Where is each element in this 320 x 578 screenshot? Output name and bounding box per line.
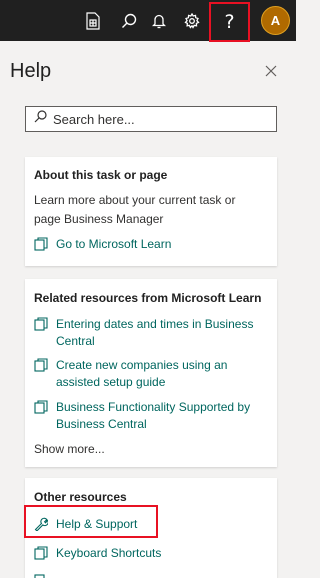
search-icon[interactable] — [117, 9, 141, 33]
bell-icon[interactable] — [147, 9, 171, 33]
help-support-highlight — [24, 505, 158, 538]
search-placeholder: Search here... — [53, 111, 135, 127]
gear-icon[interactable] — [180, 9, 204, 33]
show-more-link[interactable]: Show more... — [34, 442, 105, 456]
resource-link-functionality[interactable]: Business Functionality Supported by Busi… — [34, 399, 256, 433]
search-icon — [34, 110, 47, 128]
resource-link-label: Entering dates and times in Business Cen… — [56, 317, 254, 348]
other-card-title: Other resources — [34, 490, 127, 504]
book-icon — [34, 237, 48, 251]
related-resources-card: Related resources from Microsoft Learn E… — [25, 279, 277, 467]
about-task-card: About this task or page Learn more about… — [25, 157, 277, 266]
resource-link-label: Business Functionality Supported by Busi… — [56, 400, 251, 431]
resources-card-title: Related resources from Microsoft Learn — [34, 291, 262, 305]
help-button[interactable]: ? — [209, 2, 250, 42]
partial-link[interactable] — [34, 571, 48, 578]
document-icon[interactable] — [81, 9, 105, 33]
about-card-description: Learn more about your current task or pa… — [34, 193, 236, 226]
about-card-title: About this task or page — [34, 168, 168, 182]
book-icon — [34, 358, 48, 372]
search-input[interactable]: Search here... — [25, 106, 277, 132]
book-icon — [34, 400, 48, 414]
panel-title: Help — [10, 60, 52, 82]
keyboard-shortcuts-link[interactable]: Keyboard Shortcuts — [34, 545, 256, 562]
close-icon[interactable] — [262, 62, 280, 80]
avatar[interactable]: A — [261, 6, 290, 35]
go-to-learn-link-label: Go to Microsoft Learn — [56, 237, 172, 251]
book-icon — [34, 317, 48, 331]
top-bar: ? A — [0, 0, 296, 42]
go-to-learn-link[interactable]: Go to Microsoft Learn — [34, 236, 256, 253]
help-button-label: ? — [224, 10, 235, 33]
resource-link-companies[interactable]: Create new companies using an assisted s… — [34, 357, 256, 391]
keyboard-shortcuts-label: Keyboard Shortcuts — [56, 546, 162, 560]
book-icon — [34, 574, 45, 578]
resource-link-label: Create new companies using an assisted s… — [56, 358, 228, 389]
book-icon — [34, 546, 48, 560]
resource-link-dates[interactable]: Entering dates and times in Business Cen… — [34, 316, 256, 350]
